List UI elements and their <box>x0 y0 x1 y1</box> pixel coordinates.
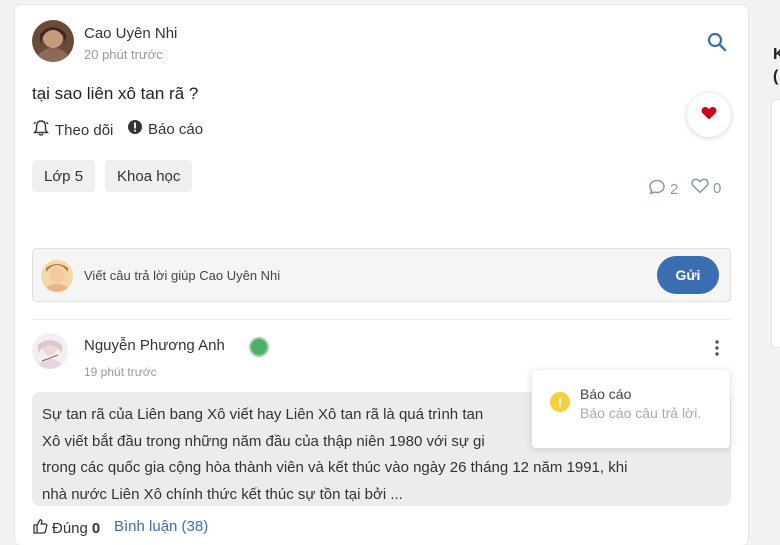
send-button[interactable]: Gửi <box>657 256 719 294</box>
tag-grade[interactable]: Lớp 5 <box>32 160 96 192</box>
current-user-avatar <box>41 260 73 292</box>
reply-input[interactable]: Viết câu trả lời giúp Cao Uyên Nhi <box>84 268 280 283</box>
like-count: 0 <box>713 179 722 197</box>
alert-icon <box>127 119 143 139</box>
search-icon[interactable] <box>706 31 728 53</box>
thumbs-up-icon <box>32 518 48 538</box>
popup-subtitle[interactable]: Báo cáo câu trả lời. <box>580 405 701 421</box>
answer-author-name[interactable]: Nguyễn Phương Anh <box>84 337 225 354</box>
mark-correct-button[interactable]: Đúng 0 <box>32 518 100 538</box>
comment-icon <box>648 178 666 200</box>
answer-line: trong các quốc gia cộng hòa thành viên v… <box>42 459 628 476</box>
comments-link[interactable]: Bình luận (38) <box>114 518 208 535</box>
question-author-name[interactable]: Cao Uyên Nhi <box>84 25 177 42</box>
more-options-icon[interactable] <box>709 338 725 358</box>
question-text: tại sao liên xô tan rã ? <box>32 84 199 103</box>
question-time: 20 phút trước <box>84 47 163 62</box>
online-status-badge <box>249 337 269 357</box>
report-popup[interactable]: ! Báo cáo Báo cáo câu trả lời. <box>532 370 730 448</box>
answer-line: nhà nước Liên Xô chính thức kết thúc sự … <box>42 485 403 503</box>
like-stat[interactable]: 0 <box>691 178 721 198</box>
correct-label: Đúng <box>52 519 88 537</box>
report-label: Báo cáo <box>148 120 204 138</box>
reply-composer[interactable]: Viết câu trả lời giúp Cao Uyên Nhi Gửi <box>32 248 731 302</box>
side-panel-text: K <box>773 46 780 63</box>
follow-button[interactable]: Theo dõi <box>32 119 113 141</box>
popup-title[interactable]: Báo cáo <box>580 386 631 402</box>
tag-subject[interactable]: Khoa học <box>105 160 193 192</box>
follow-label: Theo dõi <box>55 121 114 139</box>
report-question-button[interactable]: Báo cáo <box>127 119 203 139</box>
bell-icon <box>32 119 50 141</box>
divider <box>32 319 731 320</box>
heart-icon <box>701 106 717 125</box>
question-author-avatar[interactable] <box>32 20 74 62</box>
comment-count: 2 <box>670 180 679 198</box>
heart-outline-icon <box>691 178 709 198</box>
comment-stat[interactable]: 2 <box>648 178 678 200</box>
warning-icon: ! <box>550 392 570 412</box>
side-panel <box>772 100 780 347</box>
side-panel-text: ( <box>773 68 779 85</box>
answer-author-avatar[interactable] <box>32 333 68 369</box>
correct-count: 0 <box>91 519 101 537</box>
answer-time: 19 phút trước <box>84 365 157 379</box>
favorite-button[interactable] <box>687 93 731 137</box>
